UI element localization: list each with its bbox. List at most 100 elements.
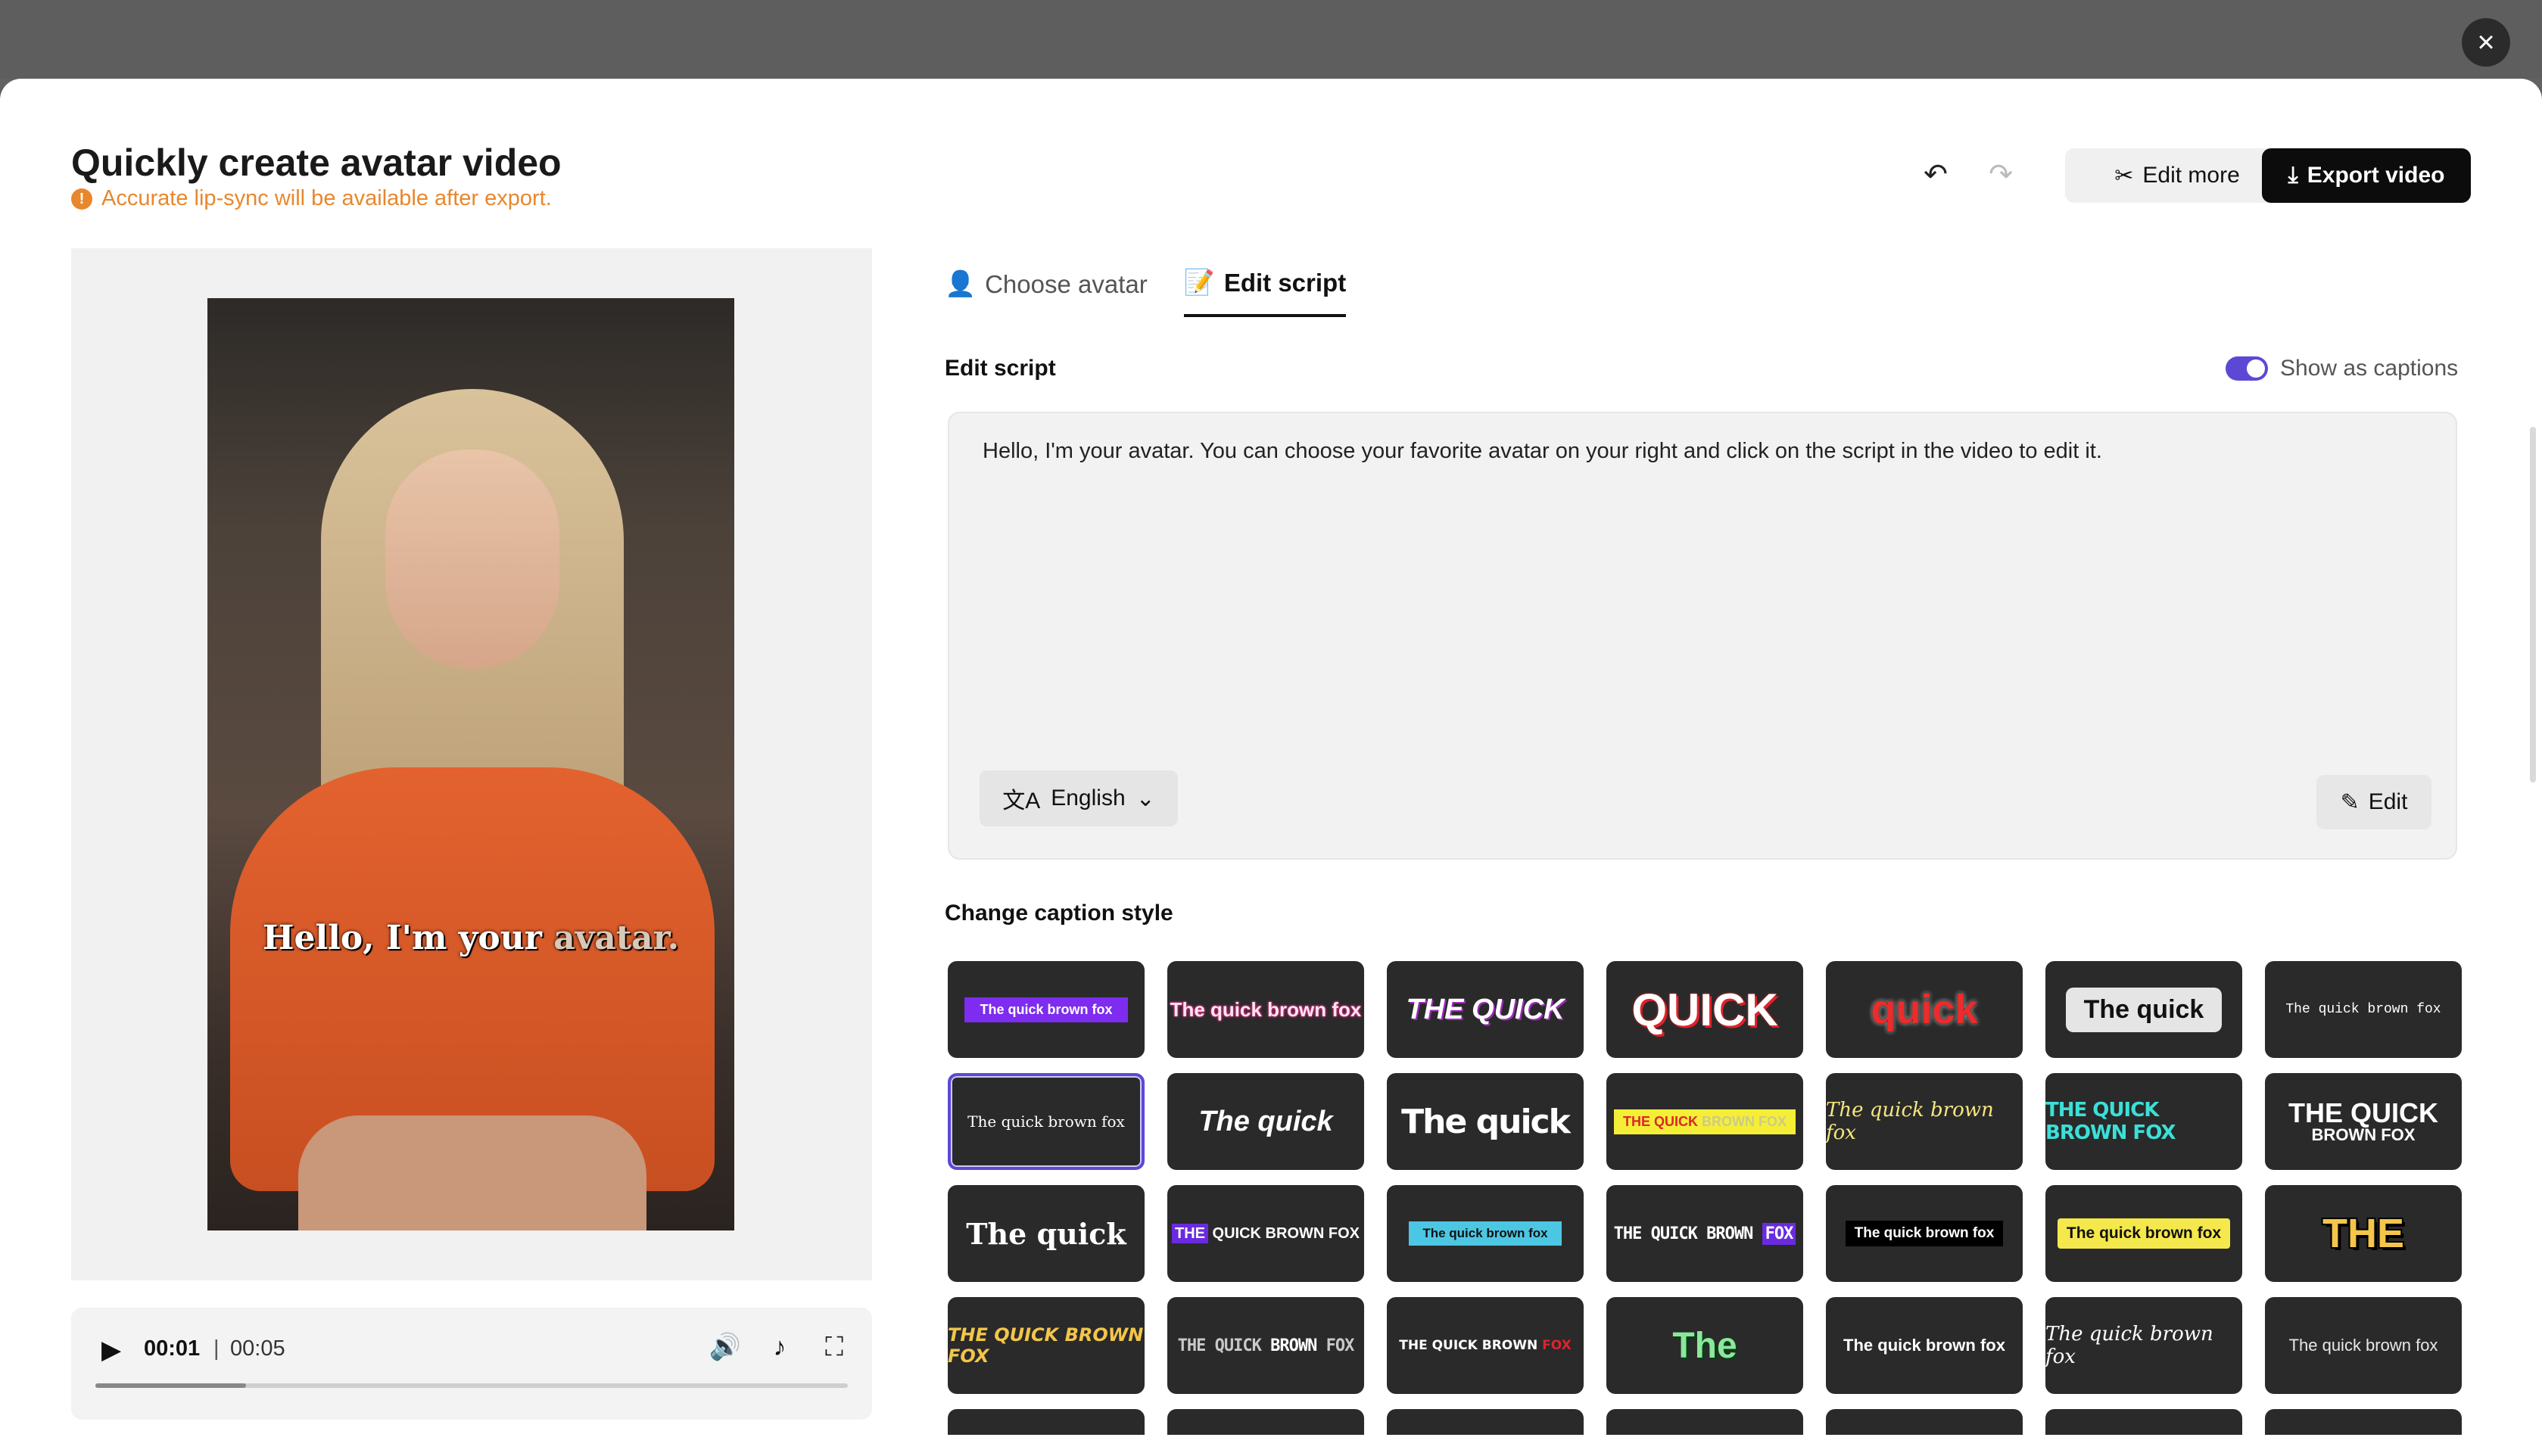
caption-style-tile[interactable]: The quick brown fox (948, 961, 1145, 1058)
show-captions-toggle[interactable] (2226, 356, 2268, 381)
caption-style-tile[interactable]: QUICK (1606, 961, 1803, 1058)
caption-style-tile[interactable]: THE QUICK BROWN FOX (1606, 1073, 1803, 1170)
redo-icon[interactable]: ↷ (1982, 156, 2020, 194)
export-video-label: Export video (2307, 163, 2445, 188)
caption-style-tile[interactable] (2045, 1409, 2242, 1435)
caption-style-sample-part: FOX (1762, 1222, 1796, 1245)
edit-more-label: Edit more (2142, 163, 2240, 188)
language-dropdown[interactable]: 文A English ⌄ (980, 770, 1178, 826)
caption-style-sample: THE QUICK BROWN FOX (1399, 1338, 1571, 1353)
script-text[interactable]: Hello, I'm your avatar. You can choose y… (983, 439, 2102, 464)
caption-style-tile[interactable]: THE QUICK BROWN FOX (948, 1297, 1145, 1394)
caption-style-tile[interactable]: The quick brown fox (1387, 1185, 1584, 1282)
caption-style-tile[interactable] (1387, 1409, 1584, 1435)
caption-style-sample: The quick (1401, 1102, 1571, 1141)
edit-script-button[interactable]: ✎ Edit (2316, 775, 2431, 829)
dialog-title: Quickly create avatar video (71, 142, 562, 184)
caption-style-tile-selected[interactable]: The quick brown fox (948, 1073, 1145, 1170)
caption-style-tile[interactable]: The quick brown fox (2045, 1185, 2242, 1282)
caption-style-sample: The quick brown fox (1843, 1336, 2005, 1355)
undo-icon[interactable]: ↶ (1917, 156, 1955, 194)
tiktok-icon[interactable]: ♪ (763, 1330, 796, 1364)
caption-style-sample: The quick brown fox (2057, 1218, 2231, 1249)
caption-style-tile[interactable]: THE QUICK BROWN FOX (2265, 1073, 2462, 1170)
caption-style-tile[interactable] (1826, 1409, 2023, 1435)
edit-script-heading: Edit script (945, 356, 1056, 381)
warning-text: Accurate lip-sync will be available afte… (101, 186, 552, 210)
caption-style-tile[interactable]: The quick brown fox (1826, 1073, 2023, 1170)
fullscreen-icon[interactable]: ⛶ (818, 1330, 851, 1364)
avatar-video-preview[interactable]: Hello, I'm your avatar. (207, 298, 734, 1230)
caption-style-sample-part: BROWN FOX (1698, 1113, 1787, 1129)
export-video-button[interactable]: ⤓ Export video (2262, 148, 2471, 203)
tab-choose-avatar-label: Choose avatar (985, 269, 1148, 298)
caption-style-tile[interactable]: THE QUICK BROWN FOX (1387, 1297, 1584, 1394)
caption-style-sample: THE QUICK (1406, 993, 1565, 1025)
caption-style-tile[interactable] (948, 1409, 1145, 1435)
caption-style-sample: The quick brown fox (2288, 1336, 2438, 1355)
language-value: English (1051, 786, 1126, 810)
total-time: 00:05 (230, 1336, 285, 1361)
right-panel-scrollbar[interactable] (2530, 427, 2536, 782)
tab-bar: 👤 Choose avatar 📝 Edit script (945, 268, 1347, 317)
volume-icon[interactable]: 🔊 (709, 1330, 742, 1364)
caption-style-sample-part: BROWN FOX (2311, 1125, 2416, 1144)
caption-style-tile[interactable]: The quick brown fox (1826, 1297, 2023, 1394)
close-icon[interactable]: × (2462, 18, 2510, 67)
caption-style-tile[interactable]: THE QUICK (1387, 961, 1584, 1058)
video-caption[interactable]: Hello, I'm your avatar. (207, 919, 734, 957)
avatar-icon: 👤 (945, 269, 977, 297)
translate-icon: 文A (1002, 789, 1041, 814)
tab-choose-avatar[interactable]: 👤 Choose avatar (945, 268, 1148, 317)
background-page-header (0, 0, 2542, 79)
caption-style-tile[interactable]: The quick brown fox (2265, 961, 2462, 1058)
caption-style-tile[interactable]: The quick (2045, 961, 2242, 1058)
avatar-legs (298, 1115, 646, 1230)
caption-style-tile[interactable] (1606, 1409, 1803, 1435)
caption-style-tile[interactable]: The quick (1167, 1073, 1364, 1170)
caption-style-sample: The quick (2065, 987, 2223, 1032)
caption-style-tile[interactable]: THE QUICK BROWN FOX (1606, 1185, 1803, 1282)
progress-bar[interactable] (95, 1383, 848, 1388)
avatar-face (385, 450, 559, 669)
caption-style-tile[interactable]: The quick (1387, 1073, 1584, 1170)
caption-style-tile[interactable]: The quick brown fox (2265, 1297, 2462, 1394)
tab-edit-script[interactable]: 📝 Edit script (1183, 268, 1347, 317)
caption-style-tile[interactable]: The quick brown fox (1826, 1185, 2023, 1282)
caption-style-tile[interactable]: The quick brown fox (1167, 961, 1364, 1058)
play-icon[interactable]: ▶ (101, 1335, 121, 1365)
caption-style-sample: The quick brown fox (2285, 1002, 2441, 1017)
caption-style-tile[interactable]: THE QUICK BROWN FOX (2045, 1073, 2242, 1170)
tab-edit-script-label: Edit script (1223, 268, 1347, 297)
caption-style-sample-part: THE (1172, 1223, 1208, 1243)
caption-style-heading: Change caption style (945, 901, 1173, 926)
caption-style-sample-part: FOX (1542, 1338, 1572, 1353)
caption-style-sample: THE QUICK BROWN FOX (1613, 1222, 1796, 1245)
caption-style-tile[interactable] (2265, 1409, 2462, 1435)
script-editor[interactable]: Hello, I'm your avatar. You can choose y… (948, 412, 2457, 860)
caption-style-tile[interactable]: THE QUICK BROWN FOX (1167, 1297, 1364, 1394)
video-player-controls: ▶ 00:01 | 00:05 🔊 ♪ ⛶ (71, 1308, 872, 1420)
show-captions-toggle-row: Show as captions (2226, 356, 2458, 381)
edit-more-button[interactable]: ✂ Edit more (2065, 148, 2289, 203)
caption-style-tile[interactable] (1167, 1409, 1364, 1435)
warning-icon: ! (71, 188, 92, 210)
caption-style-tile[interactable]: THE QUICK BROWN FOX (1167, 1185, 1364, 1282)
download-icon: ⤓ (2288, 163, 2298, 188)
caption-style-sample-part: THE QUICK BROWN (1399, 1338, 1543, 1353)
avatar-video-dialog: Quickly create avatar video ! Accurate l… (0, 79, 2542, 1456)
caption-style-tile[interactable]: The quick brown fox (2045, 1297, 2242, 1394)
chevron-down-icon: ⌄ (1135, 786, 1155, 811)
caption-style-sample: THE QUICK BROWN FOX (948, 1324, 1144, 1367)
pencil-icon: ✎ (2340, 789, 2360, 815)
caption-style-tile[interactable]: The (1606, 1297, 1803, 1394)
caption-style-sample-part: QUICK BROWN FOX (1208, 1224, 1360, 1242)
caption-style-sample-part: THE QUICK BROWN (1613, 1224, 1762, 1243)
caption-style-sample: THE QUICK BROWN FOX (1178, 1336, 1355, 1355)
caption-style-sample: THE QUICK BROWN FOX (2045, 1099, 2176, 1144)
caption-style-tile[interactable]: quick (1826, 961, 2023, 1058)
caption-style-tile[interactable]: The quick (948, 1185, 1145, 1282)
caption-upcoming: avatar. (553, 919, 680, 957)
time-separator: | (213, 1336, 220, 1361)
caption-style-tile[interactable]: THE (2265, 1185, 2462, 1282)
